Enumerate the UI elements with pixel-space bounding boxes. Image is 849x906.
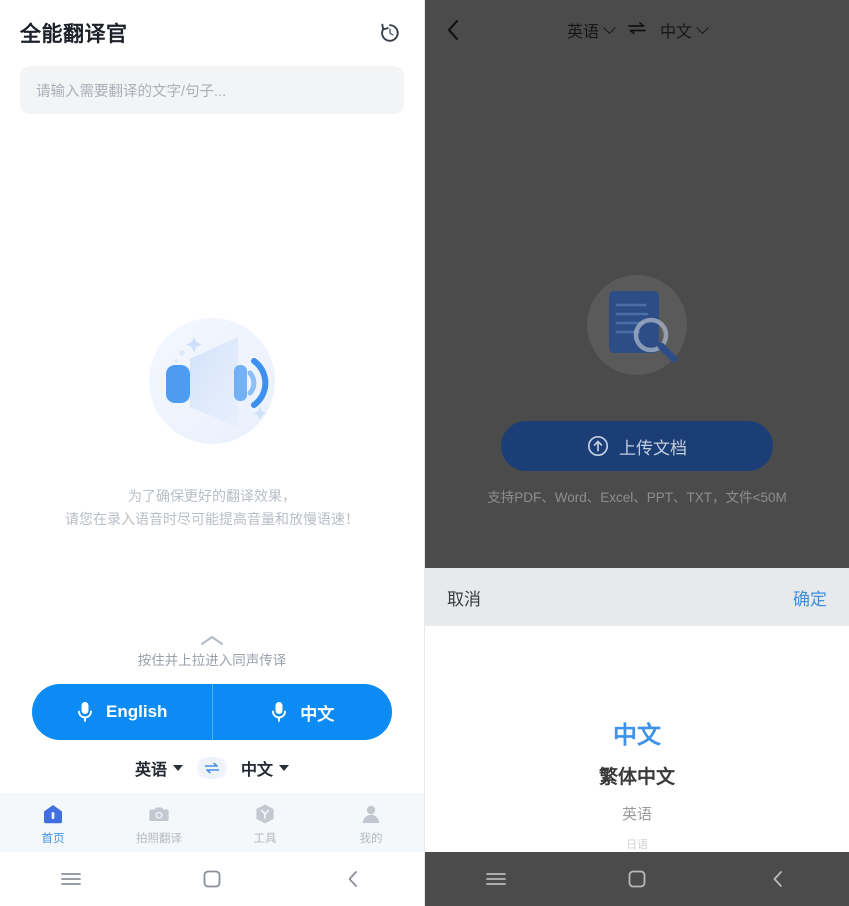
header-target-language[interactable]: 中文 bbox=[660, 18, 709, 42]
mic-button-chinese[interactable]: 中文 bbox=[211, 684, 393, 740]
home-square-icon[interactable] bbox=[180, 869, 244, 889]
voice-input-bar: English 中文 bbox=[32, 684, 392, 740]
microphone-icon bbox=[78, 702, 92, 722]
menu-hamburger-icon[interactable] bbox=[464, 871, 528, 887]
document-header: 英语 中文 bbox=[425, 0, 849, 60]
page-title: 全能翻译官 bbox=[20, 23, 128, 46]
language-selector-row: 英语 中文 bbox=[0, 740, 424, 794]
history-clock-icon[interactable] bbox=[376, 19, 404, 47]
tab-home[interactable]: 首页 bbox=[0, 795, 106, 852]
home-square-icon[interactable] bbox=[605, 869, 669, 889]
swap-arrows-icon bbox=[628, 21, 646, 34]
menu-hamburger-icon[interactable] bbox=[39, 871, 103, 887]
tab-photo-translate[interactable]: 拍照翻译 bbox=[106, 795, 212, 852]
mic-button-label: 中文 bbox=[300, 704, 335, 724]
tab-profile-label: 我的 bbox=[359, 832, 383, 845]
voice-hint-line2: 请您在录入语音时尽可能提高音量和放慢语速！ bbox=[65, 511, 359, 527]
header-source-language[interactable]: 英语 bbox=[566, 18, 616, 42]
confirm-button[interactable]: 确定 bbox=[793, 585, 827, 610]
back-chevron-icon[interactable] bbox=[746, 869, 810, 889]
chevron-down-icon bbox=[173, 765, 183, 771]
tab-home-label: 首页 bbox=[41, 832, 65, 845]
target-language-selector[interactable]: 中文 bbox=[241, 756, 290, 780]
document-translate-screen: 英语 中文 上传文档 支持PDF、Word、Excel、PPT、TXT，文件<5… bbox=[425, 0, 849, 906]
translator-home-screen: 全能翻译官 请输入需要翻译的文字/句子... 为了确保更好的翻译效果， 请您在录… bbox=[0, 0, 425, 906]
header-language-selectors: 英语 中文 bbox=[566, 18, 709, 42]
picker-option[interactable]: 日语 bbox=[425, 832, 849, 852]
system-navigation-bar-right bbox=[425, 852, 849, 906]
supported-formats-text: 支持PDF、Word、Excel、PPT、TXT，文件<50M bbox=[487, 490, 787, 505]
chevron-down-icon bbox=[279, 765, 290, 771]
document-magnifier-icon bbox=[573, 265, 701, 393]
header-source-label: 英语 bbox=[566, 24, 599, 41]
camera-icon bbox=[149, 807, 169, 821]
upload-circle-arrow-icon bbox=[587, 435, 609, 457]
back-button[interactable] bbox=[443, 16, 471, 44]
chevron-down-icon bbox=[603, 20, 616, 34]
target-language-label: 中文 bbox=[241, 762, 274, 779]
picker-option[interactable]: 繁体中文 bbox=[425, 758, 849, 798]
mic-button-english[interactable]: English bbox=[32, 684, 212, 740]
picker-option[interactable]: 英语 bbox=[425, 798, 849, 832]
megaphone-speaker-icon bbox=[138, 309, 286, 457]
back-chevron-icon[interactable] bbox=[321, 869, 385, 889]
voice-hint-text: 为了确保更好的翻译效果， 请您在录入语音时尽可能提高音量和放慢语速！ bbox=[65, 485, 359, 531]
source-language-selector[interactable]: 英语 bbox=[135, 756, 183, 780]
source-language-label: 英语 bbox=[134, 762, 167, 779]
tab-tools[interactable]: 工具 bbox=[212, 795, 318, 852]
hero-section: 为了确保更好的翻译效果， 请您在录入语音时尽可能提高音量和放慢语速！ bbox=[0, 114, 424, 633]
chevron-up-icon bbox=[201, 636, 223, 645]
language-wheel-picker[interactable]: 中文 繁体中文 英语 日语 bbox=[425, 626, 849, 852]
mic-button-label: English bbox=[106, 702, 168, 721]
user-profile-icon bbox=[362, 805, 380, 823]
voice-hint-line1: 为了确保更好的翻译效果， bbox=[128, 488, 296, 504]
cancel-button[interactable]: 取消 bbox=[447, 585, 481, 610]
swap-arrows-icon bbox=[204, 762, 220, 774]
home-icon bbox=[44, 804, 62, 823]
document-upload-body: 上传文档 支持PDF、Word、Excel、PPT、TXT，文件<50M bbox=[425, 60, 849, 568]
pull-up-hint: 按住并上拉进入同声传译 bbox=[137, 653, 287, 668]
picker-action-bar: 取消 确定 bbox=[425, 568, 849, 626]
header-target-label: 中文 bbox=[660, 24, 693, 41]
back-chevron-icon bbox=[447, 19, 459, 41]
chevron-down-icon bbox=[696, 20, 709, 34]
system-navigation-bar-left bbox=[0, 852, 424, 906]
dual-screenshot-container: 全能翻译官 请输入需要翻译的文字/句子... 为了确保更好的翻译效果， 请您在录… bbox=[0, 0, 849, 906]
search-field-wrapper: 请输入需要翻译的文字/句子... bbox=[0, 56, 424, 114]
header-swap-button[interactable] bbox=[627, 21, 647, 40]
swap-languages-button[interactable] bbox=[197, 757, 227, 779]
tab-tools-label: 工具 bbox=[253, 832, 277, 845]
app-header: 全能翻译官 bbox=[0, 0, 424, 56]
pull-up-area[interactable]: 按住并上拉进入同声传译 bbox=[0, 633, 424, 684]
upload-document-label: 上传文档 bbox=[619, 438, 687, 458]
picker-option-selected[interactable]: 中文 bbox=[425, 714, 849, 758]
microphone-icon bbox=[272, 702, 287, 722]
upload-document-button[interactable]: 上传文档 bbox=[501, 421, 773, 471]
search-input-placeholder: 请输入需要翻译的文字/句子... bbox=[36, 83, 227, 100]
bottom-tab-bar: 首页 拍照翻译 工具 我的 bbox=[0, 794, 424, 852]
tab-photo-translate-label: 拍照翻译 bbox=[136, 832, 182, 845]
toolbox-cube-icon bbox=[256, 804, 274, 823]
tab-profile[interactable]: 我的 bbox=[318, 795, 424, 852]
translate-input[interactable]: 请输入需要翻译的文字/句子... bbox=[20, 66, 404, 114]
